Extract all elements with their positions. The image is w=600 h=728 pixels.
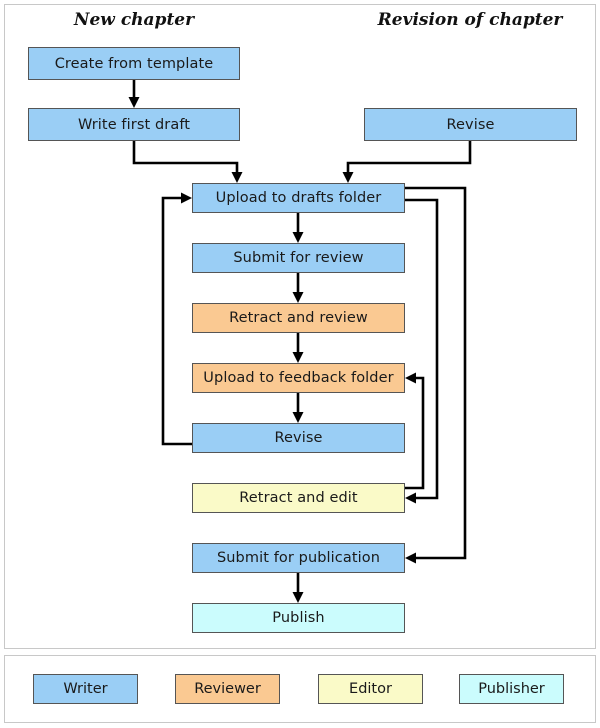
flowchart-page: New chapter Revision of chapter Create f… <box>0 0 600 728</box>
node-submit-for-publication[interactable]: Submit for publication <box>192 543 405 573</box>
node-upload-to-drafts-folder[interactable]: Upload to drafts folder <box>192 183 405 213</box>
node-revise-top[interactable]: Revise <box>364 108 577 141</box>
node-submit-for-review[interactable]: Submit for review <box>192 243 405 273</box>
column-title-new-chapter: New chapter <box>73 10 195 30</box>
node-label: Retract and review <box>229 310 368 326</box>
node-retract-and-review[interactable]: Retract and review <box>192 303 405 333</box>
legend-label: Editor <box>349 681 392 697</box>
node-label: Submit for publication <box>216 550 381 566</box>
legend: Writer Reviewer Editor Publisher <box>4 655 596 723</box>
node-label: Upload to drafts folder <box>215 190 382 206</box>
node-label: Revise <box>446 116 495 133</box>
node-revise-main[interactable]: Revise <box>192 423 405 453</box>
node-retract-and-edit[interactable]: Retract and edit <box>192 483 405 513</box>
column-title-revision-of-chapter: Revision of chapter <box>377 10 563 30</box>
node-write-first-draft[interactable]: Write first draft <box>28 108 240 141</box>
legend-item-publisher[interactable]: Publisher <box>459 674 564 704</box>
legend-label: Writer <box>63 681 108 697</box>
node-create-from-template[interactable]: Create from template <box>28 47 240 80</box>
node-upload-to-feedback-folder[interactable]: Upload to feedback folder <box>192 363 405 393</box>
node-publish[interactable]: Publish <box>192 603 405 633</box>
node-label: Upload to feedback folder <box>203 370 394 386</box>
legend-item-editor[interactable]: Editor <box>318 674 423 704</box>
legend-item-writer[interactable]: Writer <box>33 674 138 704</box>
legend-label: Reviewer <box>194 681 261 697</box>
node-label: Submit for review <box>233 250 364 266</box>
node-label: Publish <box>272 610 325 626</box>
node-label: Write first draft <box>77 116 191 133</box>
legend-item-reviewer[interactable]: Reviewer <box>175 674 280 704</box>
node-label: Retract and edit <box>239 490 358 506</box>
legend-label: Publisher <box>478 681 545 697</box>
node-label: Revise <box>274 430 323 446</box>
node-label: Create from template <box>54 55 214 72</box>
